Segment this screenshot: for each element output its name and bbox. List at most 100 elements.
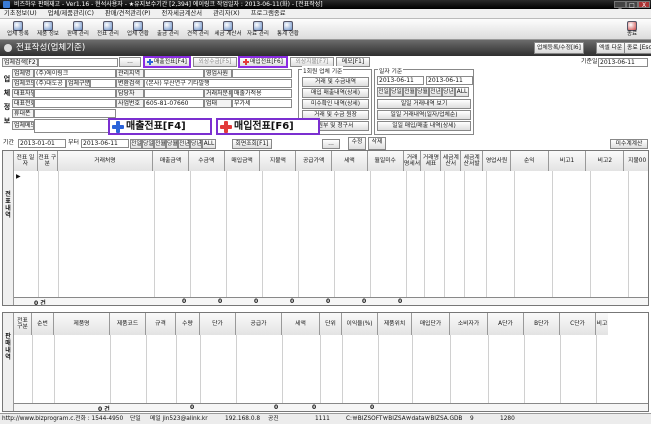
period-prev-day[interactable]: 전일 (130, 139, 142, 149)
ceo-name-field[interactable] (34, 89, 116, 98)
quick-this-month[interactable]: 당월 (416, 87, 429, 97)
col-collection-amount[interactable]: 수금액 (188, 151, 225, 171)
period-today[interactable]: 당일 (142, 139, 154, 149)
col-unit-price[interactable]: 단가 (200, 313, 236, 335)
toolbar-exit[interactable]: 종료 (618, 21, 646, 38)
daily-history-button[interactable]: 일일 거래내역 보기 (377, 99, 471, 109)
region-field[interactable] (144, 69, 204, 78)
quick-today[interactable]: 당일 (390, 87, 403, 97)
tab-sales-voucher[interactable]: 매출전표[F4] (143, 56, 191, 68)
toolbar-tax-invoice[interactable]: 세금 계산서 (214, 21, 242, 38)
col-payment-amount[interactable]: 지불액 (260, 151, 297, 171)
col-supply-price[interactable]: 공급가 (236, 313, 282, 335)
edit-button[interactable]: 수정 (348, 137, 366, 150)
tab-credit-collection[interactable]: 외상수금[F5] (193, 57, 237, 67)
menu-company-product[interactable]: 업체/제품관리(C) (48, 10, 94, 17)
col-product-code[interactable]: 제품코드 (110, 313, 146, 335)
close-button[interactable]: X (638, 1, 650, 9)
biz-number-field[interactable]: 605-81-07660 (144, 99, 204, 108)
col-voucher-date[interactable]: 전표 일자 (14, 151, 38, 171)
voucher-grid-body[interactable]: ▶ (14, 171, 648, 297)
maximize-button[interactable]: □ (626, 1, 638, 9)
company-edit-button[interactable]: 업체등록/수정[I6] (534, 42, 584, 54)
col-remark[interactable]: 비고 (596, 313, 608, 335)
toolbar-statistics[interactable]: 통계 현황 (274, 21, 302, 38)
col-consumer-price[interactable]: 소비자가 (450, 313, 488, 335)
col-profit[interactable]: 순익 (510, 151, 549, 171)
col-spec[interactable]: 규격 (146, 313, 176, 335)
unpaid-check-button[interactable]: 미수확인 내역(상세) (302, 99, 369, 109)
toolbar-payment-manage[interactable]: 출금 관리 (154, 21, 182, 38)
quick-all[interactable]: ALL (455, 87, 469, 97)
toolbar-company-status[interactable]: 업체 현황 (124, 21, 152, 38)
purchase-voucher-zoom-button[interactable]: 매입전표[F6] (216, 118, 320, 135)
col-tax[interactable]: 세액 (332, 151, 368, 171)
col-b-price[interactable]: B단가 (524, 313, 560, 335)
minimize-button[interactable]: _ (614, 1, 626, 9)
toolbar-voucher-manage[interactable]: 전표 관리 (94, 21, 122, 38)
col-note1[interactable]: 비고1 (548, 151, 587, 171)
toolbar-quote-manage[interactable]: 견적 관리 (184, 21, 212, 38)
col-purchase-amount[interactable]: 매입금액 (224, 151, 261, 171)
unpaid-recalc-button[interactable]: 미수계계산 (610, 139, 648, 149)
col-product-location[interactable]: 제품위치 (378, 313, 412, 335)
quick-prev-month[interactable]: 전월 (403, 87, 416, 97)
col-product-name[interactable]: 제품명 (54, 313, 110, 335)
period-more-button[interactable]: … (322, 139, 340, 149)
toolbar-data-manage[interactable]: 자료 관리 (244, 21, 272, 38)
col-detail-type[interactable]: 전표 구분 (14, 313, 32, 335)
screen-query-button[interactable]: 회면조회[F1] (232, 139, 272, 149)
menu-exit-program[interactable]: 프로그램종료 (251, 10, 286, 17)
period-prev-year[interactable]: 전년 (178, 139, 190, 149)
col-supply-value[interactable]: 공급가액 (296, 151, 333, 171)
period-all[interactable]: ALL (202, 139, 216, 149)
col-unit[interactable]: 단위 (320, 313, 342, 335)
sales-rep-field[interactable] (232, 69, 292, 78)
col-sales-amount[interactable]: 매출금액 (153, 151, 189, 171)
col-payment-00[interactable]: 지불00 (624, 151, 648, 171)
col-quantity[interactable]: 수량 (176, 313, 200, 335)
date-from-input[interactable]: 2013-06-11 (377, 76, 424, 85)
company-search-input[interactable] (38, 58, 118, 67)
toolbar-sales-manage[interactable]: 판매 관리 (64, 21, 92, 38)
col-detail-tax[interactable]: 세액 (282, 313, 320, 335)
col-client-name[interactable]: 거래처명 (57, 151, 154, 171)
trade-collection-history-button[interactable]: 거래 및 수금내역 (302, 77, 369, 87)
excel-download-button[interactable]: 엑셀 다운 (596, 42, 626, 54)
detail-grid-body[interactable] (14, 335, 648, 403)
col-a-price[interactable]: A단가 (488, 313, 524, 335)
phone-field[interactable] (34, 99, 116, 108)
menu-admin[interactable]: 관리자(X) (213, 10, 240, 17)
delete-button[interactable]: 삭제 (368, 137, 386, 150)
tab-purchase-voucher[interactable]: 매입전표[F6] (238, 56, 288, 68)
search-more-button[interactable]: … (119, 57, 141, 67)
col-c-price[interactable]: C단가 (560, 313, 596, 335)
col-tax-invoice-issue[interactable]: 세금계 산서발 (461, 151, 484, 171)
toolbar-company-register[interactable]: 업체 등록 (4, 21, 32, 38)
col-purchase-price[interactable]: 매입단가 (412, 313, 450, 335)
period-this-month[interactable]: 당월 (166, 139, 178, 149)
sales-voucher-zoom-button[interactable]: 매출전표[F4] (108, 118, 212, 135)
daily-history-by-company-button[interactable]: 일일 거래내역(일자/업체순) (377, 110, 471, 120)
company-code-field[interactable]: (주)대도공 (34, 79, 66, 88)
col-voucher-type[interactable]: 전표 구분 (37, 151, 58, 171)
col-margin-rate[interactable]: 이익율(%) (342, 313, 378, 335)
menu-basic-info[interactable]: 기초정보(U) (4, 10, 37, 17)
quick-prev-year[interactable]: 전년 (429, 87, 442, 97)
mobile-field[interactable] (34, 109, 116, 118)
col-daily-unpaid[interactable]: 월일미수 (367, 151, 404, 171)
company-type-field[interactable] (90, 79, 116, 88)
col-tax-invoice[interactable]: 세금계 산서 (441, 151, 462, 171)
purchase-sales-detail-button[interactable]: 매입 매출내역(상세) (302, 88, 369, 98)
col-sales-rep[interactable]: 영업사원 (483, 151, 511, 171)
col-statement[interactable]: 거래 명세서 (403, 151, 422, 171)
exit-button[interactable]: 종료 [Esc] (624, 42, 651, 54)
menu-e-tax-invoice[interactable]: 전자세금계산서 (162, 10, 203, 17)
col-note2[interactable]: 비고2 (586, 151, 625, 171)
toolbar-product-info[interactable]: 제품 정보 (34, 21, 62, 38)
quick-this-year[interactable]: 당년 (442, 87, 455, 97)
daily-detail-button[interactable]: 일일 매입/매출 내역(상세) (377, 121, 471, 131)
quick-prev-day[interactable]: 전일 (377, 87, 390, 97)
period-prev-month[interactable]: 전월 (154, 139, 166, 149)
price-apply-field[interactable]: 매출가적용 (232, 89, 292, 98)
